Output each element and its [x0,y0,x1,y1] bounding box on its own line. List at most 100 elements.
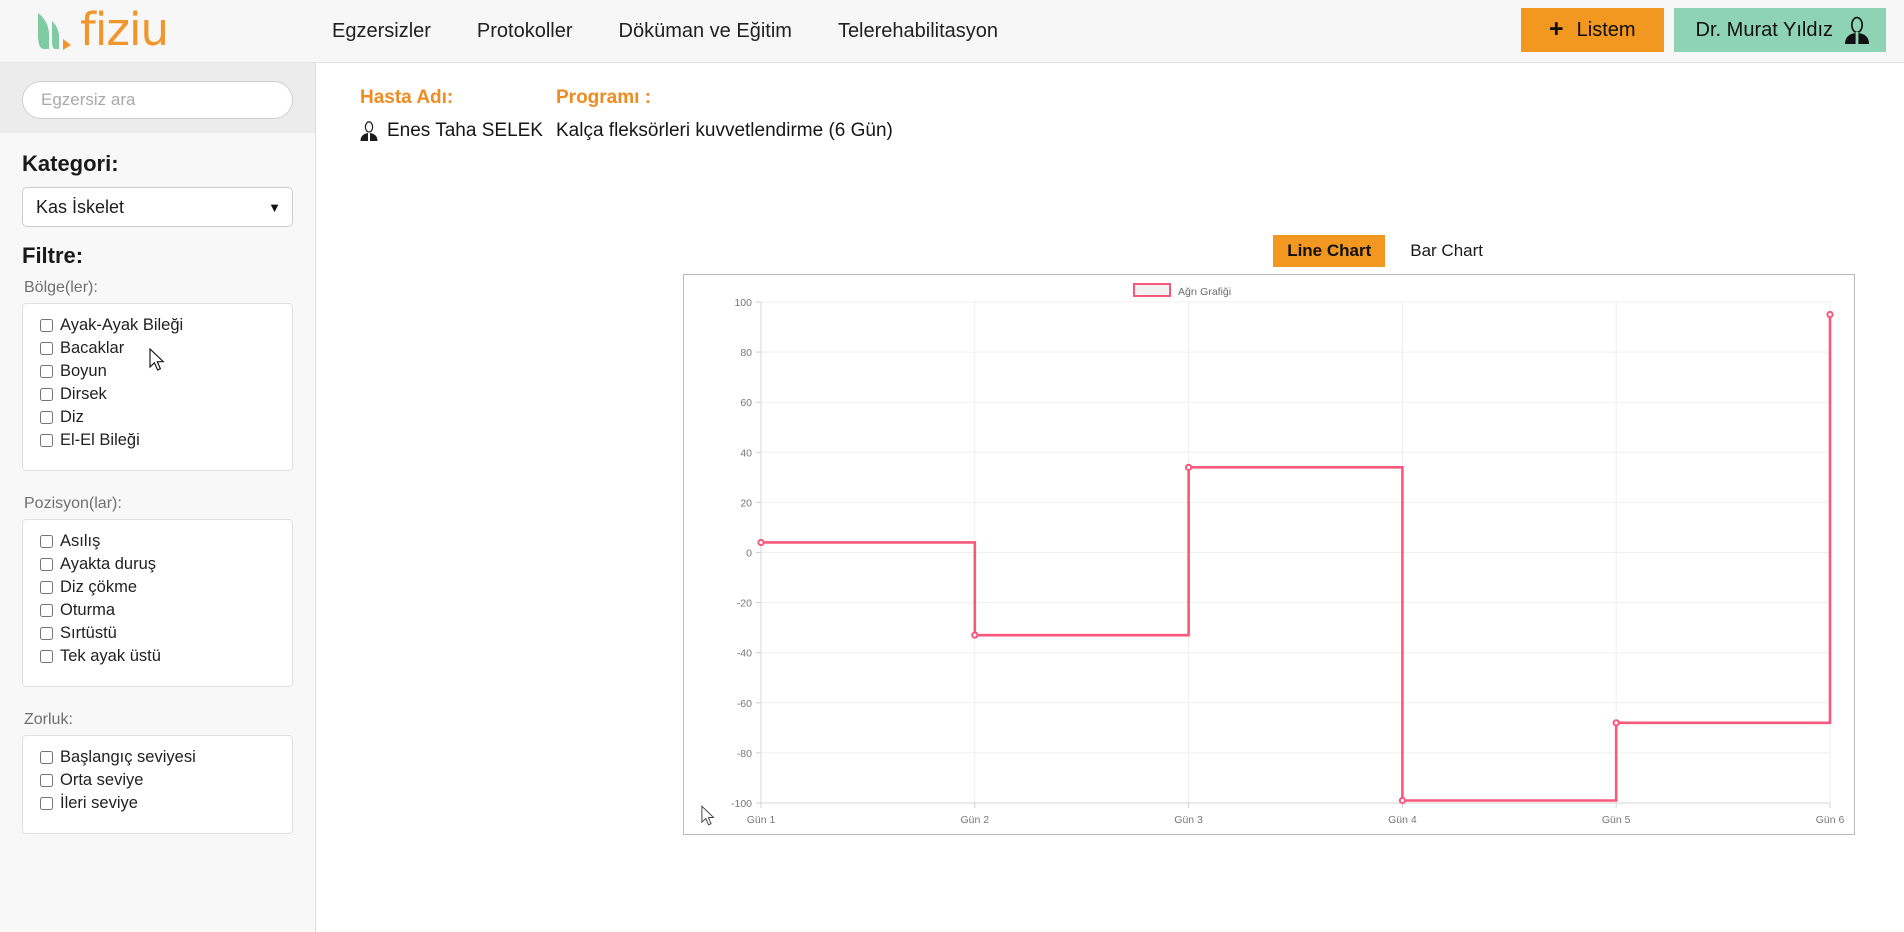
nav-protokoller[interactable]: Protokoller [477,20,573,43]
tab-bar-chart[interactable]: Bar Chart [1396,235,1497,267]
user-avatar-icon [1845,16,1869,44]
main-navigation: Egzersizler Protokoller Döküman ve Eğiti… [332,20,998,43]
svg-text:-100: -100 [731,798,752,810]
checkbox-row[interactable]: Dirsek [23,383,292,406]
program-value: Kalça fleksörleri kuvvetlendirme (6 Gün) [556,120,893,141]
svg-text:Gün 1: Gün 1 [747,814,776,826]
checkbox-sirtustu[interactable] [40,627,53,640]
checkbox-oturma[interactable] [40,604,53,617]
user-name-label: Dr. Murat Yıldız [1695,18,1833,41]
top-header-bar: fiziu Egzersizler Protokoller Döküman ve… [0,0,1904,63]
pain-step-line-chart[interactable]: 100 80 60 40 20 0 -20 -40 -60 -80 -100 Gün 1 Gün 2 Gü… [684,275,1854,834]
checkbox-row[interactable]: İleri seviye [23,792,292,815]
svg-text:20: 20 [740,497,752,509]
svg-text:Gün 2: Gün 2 [960,814,989,826]
brand-logo[interactable]: fiziu [32,7,232,52]
plus-icon: + [1549,14,1564,43]
checkbox-row[interactable]: El-El Bileği [23,429,292,452]
patient-program-block: Programı : Kalça fleksörleri kuvvetlendi… [556,87,893,142]
checkbox-tek-ayak-ustu[interactable] [40,650,53,663]
svg-text:Gün 3: Gün 3 [1174,814,1203,826]
checkbox-label: El-El Bileği [60,431,140,449]
user-account-button[interactable]: Dr. Murat Yıldız [1673,8,1886,52]
search-input[interactable] [22,81,293,119]
svg-text:0: 0 [746,548,752,560]
filter-group-pozisyonlar: Asılış Ayakta duruş Diz çökme Oturma Sır… [22,519,293,687]
svg-text:Gün 5: Gün 5 [1602,814,1631,826]
checkbox-ileri-seviye[interactable] [40,797,53,810]
checkbox-label: Diz çökme [60,578,138,596]
svg-text:100: 100 [734,297,752,309]
tab-line-chart[interactable]: Line Chart [1273,235,1386,267]
checkbox-diz[interactable] [40,411,53,424]
filter-group-zorluk-label: Zorluk: [24,711,73,728]
checkbox-row[interactable]: Ayakta duruş [23,553,292,576]
sidebar-content: Kategori: Kas İskelet ▼ Filtre: Bölge(le… [0,133,315,834]
patient-user-icon [360,121,378,141]
header-actions: + Listem Dr. Murat Yıldız [1521,8,1886,52]
divider-spacer [22,471,293,485]
checkbox-row[interactable]: Orta seviye [23,769,292,792]
listem-button[interactable]: + Listem [1521,8,1664,52]
patient-name-label: Hasta Adı: [360,87,454,108]
checkbox-row[interactable]: Boyun [23,360,292,383]
svg-text:60: 60 [740,397,752,409]
filter-group-zorluk: Başlangıç seviyesi Orta seviye İleri sev… [22,735,293,834]
nav-dokuman-egitim[interactable]: Döküman ve Eğitim [619,20,792,43]
nav-egzersizler[interactable]: Egzersizler [332,20,431,43]
svg-text:40: 40 [740,447,752,459]
svg-text:-40: -40 [737,648,752,660]
checkbox-baslangic-seviyesi[interactable] [40,751,53,764]
checkbox-label: İleri seviye [60,794,138,812]
svg-text:-80: -80 [737,748,752,760]
checkbox-label: Orta seviye [60,771,144,789]
divider-spacer [22,687,293,701]
checkbox-label: Tek ayak üstü [60,647,161,665]
svg-text:Gün 4: Gün 4 [1388,814,1417,826]
filter-title: Filtre: [22,243,84,268]
filter-group-pozisyonlar-label: Pozisyon(lar): [24,495,122,512]
page-body: Kategori: Kas İskelet ▼ Filtre: Bölge(le… [0,63,1904,932]
category-title: Kategori: [22,151,119,176]
checkbox-dirsek[interactable] [40,388,53,401]
checkbox-row[interactable]: Diz [23,406,292,429]
leaf-logo-icon [38,13,71,50]
category-select[interactable]: Kas İskelet [22,187,293,227]
checkbox-label: Dirsek [60,385,107,403]
checkbox-bacaklar[interactable] [40,342,53,355]
checkbox-label: Sırtüstü [60,624,117,642]
checkbox-asilis[interactable] [40,535,53,548]
checkbox-row[interactable]: Asılış [23,530,292,553]
checkbox-ayak-ayak-bilegi[interactable] [40,319,53,332]
checkbox-row[interactable]: Diz çökme [23,576,292,599]
checkbox-row[interactable]: Sırtüstü [23,622,292,645]
checkbox-el-el-bilegi[interactable] [40,434,53,447]
category-select-wrap: Kas İskelet ▼ [22,187,293,227]
nav-telerehabilitasyon[interactable]: Telerehabilitasyon [838,20,998,43]
checkbox-orta-seviye[interactable] [40,774,53,787]
checkbox-row[interactable]: Ayak-Ayak Bileği [23,314,292,337]
svg-text:-20: -20 [737,598,752,610]
svg-text:Ağrı Grafiği: Ağrı Grafiği [1178,286,1231,298]
patient-name-block: Hasta Adı: Enes Taha SELEK [360,87,556,142]
checkbox-row[interactable]: Bacaklar [23,337,292,360]
listem-button-label: Listem [1576,18,1636,41]
checkbox-diz-cokme[interactable] [40,581,53,594]
checkbox-row[interactable]: Oturma [23,599,292,622]
brand-name: fiziu [80,2,169,56]
main-content: Hasta Adı: Enes Taha SELEK Programı : Ka… [316,63,1904,932]
program-label: Programı : [556,87,652,108]
left-sidebar: Kategori: Kas İskelet ▼ Filtre: Bölge(le… [0,63,316,932]
svg-text:80: 80 [740,347,752,359]
checkbox-label: Diz [60,408,84,426]
filter-group-bolgeler: Ayak-Ayak Bileği Bacaklar Boyun Dirsek D… [22,303,293,471]
checkbox-ayakta-durus[interactable] [40,558,53,571]
checkbox-label: Ayakta duruş [60,555,157,573]
filter-group-bolgeler-label: Bölge(ler): [24,279,98,296]
checkbox-row[interactable]: Başlangıç seviyesi [23,746,292,769]
checkbox-row[interactable]: Tek ayak üstü [23,645,292,668]
patient-info-row: Hasta Adı: Enes Taha SELEK Programı : Ka… [316,63,1904,142]
checkbox-boyun[interactable] [40,365,53,378]
chart-container: 100 80 60 40 20 0 -20 -40 -60 -80 -100 Gün 1 Gün 2 Gü… [683,274,1855,835]
checkbox-label: Oturma [60,601,116,619]
